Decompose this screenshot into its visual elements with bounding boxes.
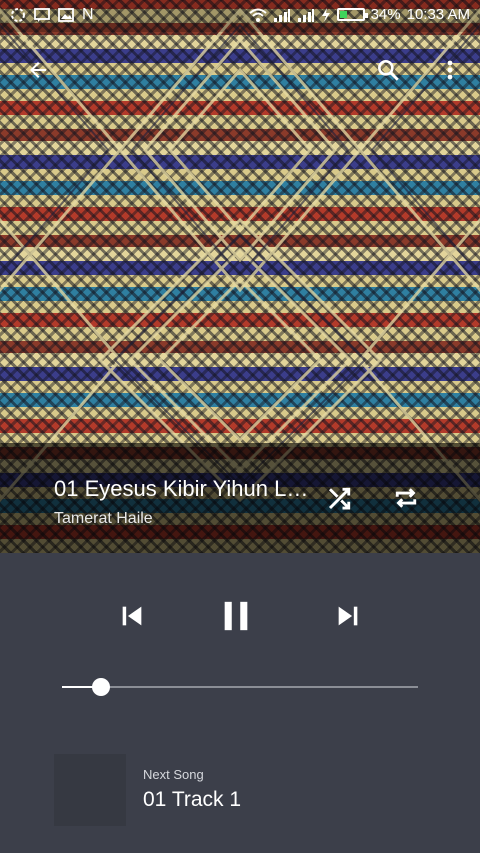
repeat-button[interactable] xyxy=(386,478,426,518)
carrier-letter: N xyxy=(82,6,94,23)
more-vert-icon xyxy=(447,60,453,80)
clock: 10:33 AM xyxy=(406,6,470,23)
wifi-icon xyxy=(248,8,267,22)
next-song-label: Next Song xyxy=(143,767,204,782)
battery-percent: 34% xyxy=(370,6,401,23)
message-icon xyxy=(34,8,50,22)
repeat-icon xyxy=(395,488,417,508)
back-button[interactable] xyxy=(20,52,56,88)
sync-icon xyxy=(11,8,25,22)
status-bar: N 34% 10:33 AM xyxy=(0,0,480,32)
battery-fill xyxy=(339,11,347,18)
charging-icon xyxy=(321,7,330,22)
song-title: 01 Eyesus Kibir Yihun Lante xyxy=(54,476,312,501)
seek-bar-track[interactable] xyxy=(62,686,418,688)
signal-icon xyxy=(297,8,314,22)
pause-button[interactable] xyxy=(214,594,258,638)
next-song-title[interactable]: 01 Track 1 xyxy=(143,788,241,812)
search-icon xyxy=(378,60,399,81)
battery-icon xyxy=(336,8,368,21)
pause-icon xyxy=(224,601,248,631)
arrow-back-icon xyxy=(30,62,46,78)
next-button[interactable] xyxy=(326,594,370,638)
skip-previous-icon xyxy=(122,606,142,626)
shuffle-button[interactable] xyxy=(320,478,360,518)
seek-bar-thumb[interactable] xyxy=(92,678,110,696)
signal-icon xyxy=(273,8,290,22)
previous-button[interactable] xyxy=(110,594,154,638)
next-song-artwork[interactable] xyxy=(54,754,126,826)
image-icon xyxy=(58,8,74,22)
search-button[interactable] xyxy=(370,52,406,88)
shuffle-icon xyxy=(328,487,351,510)
song-artist: Tamerat Haile xyxy=(54,510,153,527)
skip-next-icon xyxy=(338,606,358,626)
more-options-button[interactable] xyxy=(432,52,468,88)
